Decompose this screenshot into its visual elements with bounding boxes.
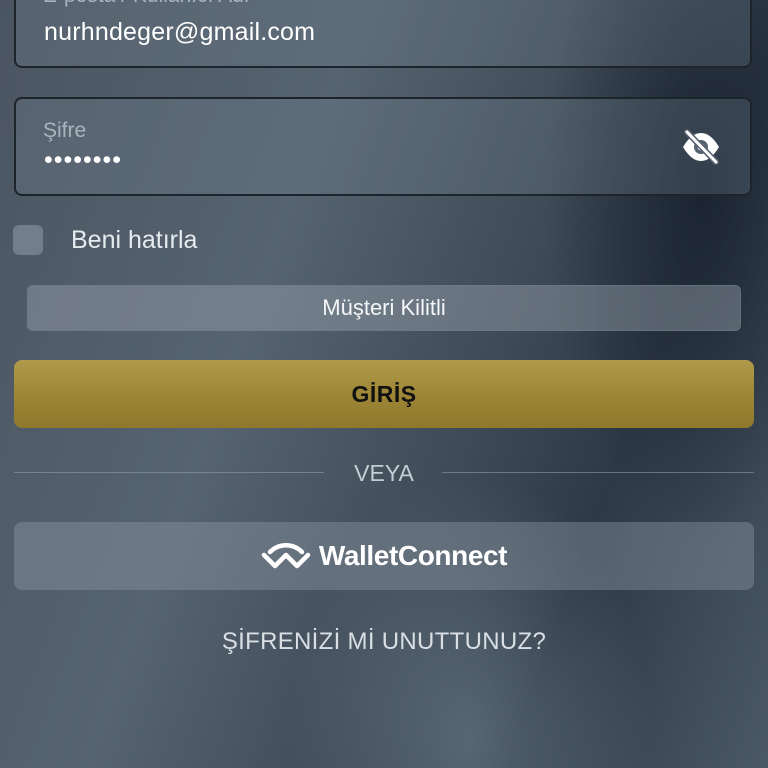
forgot-password-link[interactable]: ŞİFRENİZİ Mİ UNUTTUNUZ? xyxy=(0,628,768,656)
remember-me-label: Beni hatırla xyxy=(71,225,198,254)
account-status-text: Müşteri Kilitli xyxy=(322,295,446,320)
remember-me-checkbox[interactable] xyxy=(13,225,43,255)
eye-off-icon[interactable] xyxy=(680,129,722,165)
divider-line-right xyxy=(442,472,754,473)
password-field-label: Şifre xyxy=(43,119,87,142)
walletconnect-logo-icon xyxy=(261,543,311,569)
login-button[interactable]: GİRİŞ xyxy=(14,360,754,428)
email-field-label: E-posta / Kullanıcı Adı xyxy=(43,0,250,8)
password-field-value[interactable]: •••••••• xyxy=(44,146,122,175)
or-divider: VEYA xyxy=(14,458,754,490)
divider-text: VEYA xyxy=(354,460,414,486)
password-field[interactable]: Şifre •••••••• xyxy=(14,97,752,196)
email-field[interactable]: E-posta / Kullanıcı Adı nurhndeger@gmail… xyxy=(14,0,752,68)
login-button-label: GİRİŞ xyxy=(351,380,417,407)
email-field-value[interactable]: nurhndeger@gmail.com xyxy=(44,18,315,47)
account-status-banner: Müşteri Kilitli xyxy=(27,285,741,331)
walletconnect-label: WalletConnect xyxy=(318,540,508,571)
remember-me[interactable]: Beni hatırla xyxy=(13,224,197,256)
walletconnect-button[interactable]: WalletConnect xyxy=(14,522,754,590)
forgot-password-text: ŞİFRENİZİ Mİ UNUTTUNUZ? xyxy=(221,628,547,655)
